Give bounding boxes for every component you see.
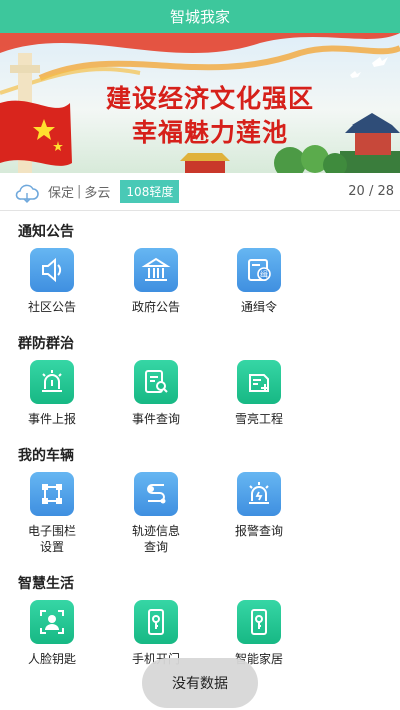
divider bbox=[0, 210, 400, 211]
tile-label: 人脸钥匙 bbox=[27, 652, 76, 666]
tile-wanted-notice[interactable]: 缉 通缉令 bbox=[219, 248, 299, 315]
toast-message: 没有数据 bbox=[142, 658, 258, 708]
face-id-icon bbox=[30, 600, 74, 644]
tile-label-line: 设置 bbox=[39, 540, 64, 554]
tile-label-line: 轨迹信息 bbox=[131, 524, 180, 538]
tile-label-line: 电子围栏 bbox=[27, 524, 76, 538]
tile-smart-home[interactable]: 智能家居 bbox=[219, 600, 299, 667]
tile-label: 事件查询 bbox=[131, 412, 180, 426]
tile-label: 报警查询 bbox=[234, 524, 283, 538]
section-title-mass-prevention: 群防群治 bbox=[18, 336, 74, 352]
tile-track-query[interactable]: 轨迹信息 查询 bbox=[116, 472, 196, 555]
section-title-notices: 通知公告 bbox=[18, 224, 74, 240]
add-document-icon bbox=[237, 360, 281, 404]
tile-label: 雪亮工程 bbox=[234, 412, 283, 426]
section-title-my-vehicle: 我的车辆 bbox=[18, 448, 74, 464]
weather-condition: 多云 bbox=[84, 186, 111, 201]
banner-slogan-line1: 建设经济文化强区 bbox=[105, 84, 314, 113]
wanted-badge-text: 缉 bbox=[260, 269, 268, 279]
route-icon bbox=[134, 472, 178, 516]
tile-event-query[interactable]: 事件查询 bbox=[116, 360, 196, 427]
speaker-icon bbox=[30, 248, 74, 292]
app-title-bar: 智城我家 bbox=[0, 0, 400, 33]
tile-community-notice[interactable]: 社区公告 bbox=[12, 248, 92, 315]
fence-icon bbox=[30, 472, 74, 516]
alarm-light-icon bbox=[30, 360, 74, 404]
tile-label: 通缉令 bbox=[240, 300, 277, 314]
toast-text: 没有数据 bbox=[172, 676, 228, 692]
wanted-notice-icon: 缉 bbox=[237, 248, 281, 292]
app-title: 智城我家 bbox=[169, 8, 230, 26]
document-search-icon bbox=[134, 360, 178, 404]
weather-city: 保定 bbox=[48, 186, 75, 201]
section-title-smart-life: 智慧生活 bbox=[18, 576, 74, 592]
tile-label: 政府公告 bbox=[131, 300, 180, 314]
banner[interactable]: 建设经济文化强区 幸福魅力莲池 bbox=[0, 33, 400, 173]
tile-label: 电子围栏 设置 bbox=[12, 523, 92, 555]
tile-event-report[interactable]: 事件上报 bbox=[12, 360, 92, 427]
tile-geofence-setting[interactable]: 电子围栏 设置 bbox=[12, 472, 92, 555]
phone-key-icon bbox=[237, 600, 281, 644]
alarm-light-icon bbox=[237, 472, 281, 516]
cloud-icon bbox=[15, 184, 39, 203]
tile-label-line: 查询 bbox=[143, 540, 168, 554]
phone-key-icon bbox=[134, 600, 178, 644]
banner-slogan-line2: 幸福魅力莲池 bbox=[131, 118, 288, 147]
tile-label: 事件上报 bbox=[27, 412, 76, 426]
banner-page-indicator: 20 / 28 bbox=[348, 184, 394, 199]
tile-sharp-eyes-project[interactable]: 雪亮工程 bbox=[219, 360, 299, 427]
tile-label: 轨迹信息 查询 bbox=[116, 523, 196, 555]
tile-government-notice[interactable]: 政府公告 bbox=[116, 248, 196, 315]
government-building-icon bbox=[134, 248, 178, 292]
weather-separator: | bbox=[77, 184, 82, 199]
tile-phone-unlock[interactable]: 手机开门 bbox=[116, 600, 196, 667]
weather-bar: 保定 | 多云 108轻度 20 / 28 bbox=[0, 173, 400, 210]
tile-alarm-query[interactable]: 报警查询 bbox=[219, 472, 299, 539]
tile-label: 社区公告 bbox=[27, 300, 76, 314]
tile-face-key[interactable]: 人脸钥匙 bbox=[12, 600, 92, 667]
aqi-badge: 108轻度 bbox=[120, 180, 180, 203]
